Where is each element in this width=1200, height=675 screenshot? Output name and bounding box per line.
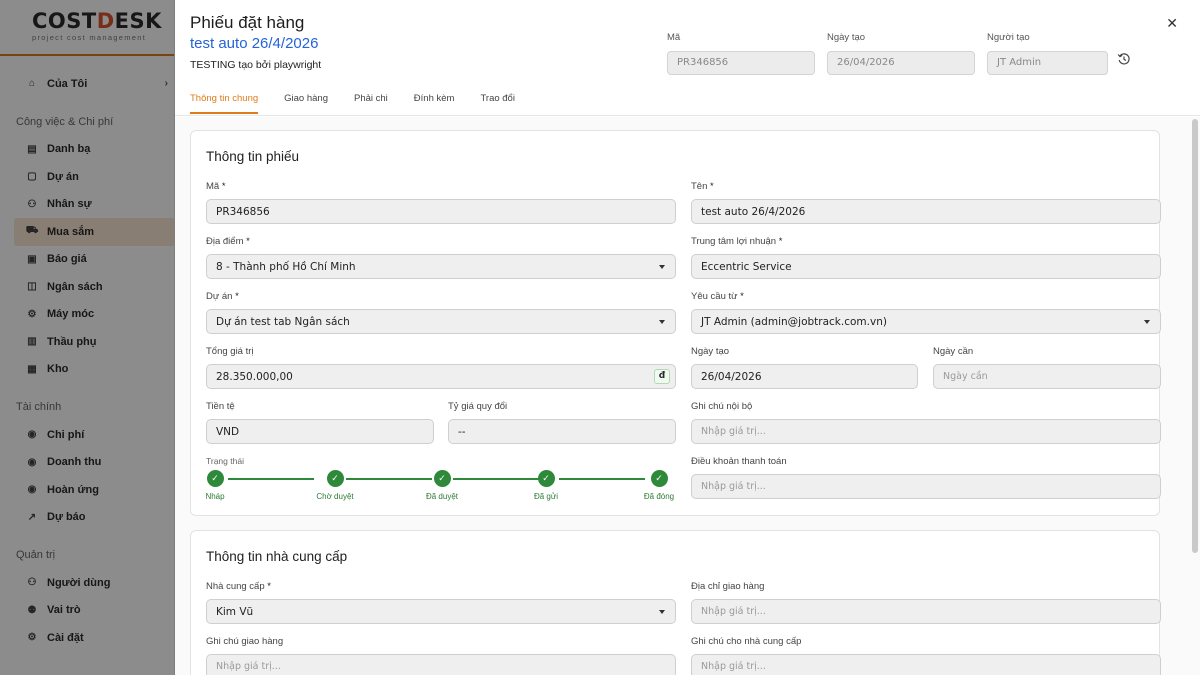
code-field: Mã * PR346856 <box>206 181 676 224</box>
page-title: Phiếu đặt hàng <box>190 13 305 32</box>
created-date-input[interactable]: 26/04/2026 <box>691 364 918 389</box>
internal-note-field: Ghi chú nội bộ Nhập giá trị... <box>691 401 1161 444</box>
status-step-closed: ✓ Đã đóng <box>635 470 683 501</box>
delivery-note-input[interactable]: Nhập giá trị... <box>206 654 676 675</box>
drawer-header: Phiếu đặt hàng test auto 26/4/2026 TESTI… <box>175 0 1200 116</box>
caret-down-icon <box>659 320 665 324</box>
status-step-draft: ✓ Nháp <box>197 470 233 501</box>
tab-delivery[interactable]: Giao hàng <box>284 93 328 114</box>
currency-field: Tiền tệ VND <box>206 401 434 444</box>
internal-note-input[interactable]: Nhập giá trị... <box>691 419 1161 444</box>
currency-badge: đ <box>654 369 670 384</box>
needed-date-field: Ngày cần Ngày cần <box>933 346 1161 389</box>
payment-terms-field: Điều khoản thanh toán Nhập giá trị... <box>691 456 1161 499</box>
tab-general[interactable]: Thông tin chung <box>190 93 259 114</box>
created-date-field: Ngày tạo 26/04/2026 <box>691 346 918 389</box>
name-field: Tên * test auto 26/4/2026 <box>691 181 1161 224</box>
header-code-input[interactable]: PR346856 <box>667 51 815 75</box>
total-field: Tổng giá trị 28.350.000,00 đ <box>206 346 676 389</box>
currency-input[interactable]: VND <box>206 419 434 444</box>
profit-center-input[interactable]: Eccentric Service <box>691 254 1161 279</box>
scrollbar[interactable] <box>1192 119 1198 553</box>
tab-payables[interactable]: Phải chi <box>354 93 388 114</box>
supplier-note-field: Ghi chú cho nhà cung cấp Nhập giá trị... <box>691 636 1161 675</box>
payment-terms-input[interactable]: Nhập giá trị... <box>691 474 1161 499</box>
close-icon[interactable]: ✕ <box>1166 15 1178 32</box>
status-step-pending: ✓ Chờ duyệt <box>305 470 365 501</box>
supplier-select[interactable]: Kim Vũ <box>206 599 676 624</box>
requested-by-select[interactable]: JT Admin (admin@jobtrack.com.vn) <box>691 309 1161 334</box>
check-icon: ✓ <box>433 470 451 487</box>
delivery-address-field: Địa chỉ giao hàng Nhập giá trị... <box>691 581 1161 624</box>
record-name: test auto 26/4/2026 <box>190 35 319 52</box>
header-creator-field: Người tạo JT Admin <box>987 32 1108 75</box>
purchase-order-drawer: Phiếu đặt hàng test auto 26/4/2026 TESTI… <box>175 0 1200 675</box>
project-select[interactable]: Dự án test tab Ngân sách <box>206 309 676 334</box>
record-note: TESTING tạo bởi playwright <box>190 59 322 71</box>
location-select[interactable]: 8 - Thành phố Hồ Chí Minh <box>206 254 676 279</box>
status-step-sent: ✓ Đã gửi <box>524 470 568 501</box>
header-created-field: Ngày tạo 26/04/2026 <box>827 32 975 75</box>
supplier-field: Nhà cung cấp * Kim Vũ <box>206 581 676 624</box>
project-field: Dự án * Dự án test tab Ngân sách <box>206 291 676 334</box>
status-connector <box>228 478 314 480</box>
exchange-rate-field: Tỷ giá quy đổi -- <box>448 401 676 444</box>
status-step-approved: ✓ Đã duyệt <box>417 470 467 501</box>
delivery-address-input[interactable]: Nhập giá trị... <box>691 599 1161 624</box>
history-icon[interactable] <box>1117 52 1131 66</box>
caret-down-icon <box>659 610 665 614</box>
supplier-info-card: Thông tin nhà cung cấp Nhà cung cấp * Ki… <box>190 530 1161 675</box>
caret-down-icon <box>659 265 665 269</box>
supplier-info-title: Thông tin nhà cung cấp <box>206 549 348 564</box>
check-icon: ✓ <box>650 470 668 487</box>
location-field: Địa điểm * 8 - Thành phố Hồ Chí Minh <box>206 236 676 279</box>
profit-center-field: Trung tâm lợi nhuận * Eccentric Service <box>691 236 1161 279</box>
check-icon: ✓ <box>537 470 555 487</box>
order-info-card: Thông tin phiếu Mã * PR346856 Tên * test… <box>190 130 1161 516</box>
check-icon: ✓ <box>326 470 344 487</box>
exchange-rate-input[interactable]: -- <box>448 419 676 444</box>
tab-attachments[interactable]: Đính kèm <box>414 93 455 114</box>
total-input[interactable]: 28.350.000,00 đ <box>206 364 676 389</box>
order-info-title: Thông tin phiếu <box>206 149 300 164</box>
supplier-note-input[interactable]: Nhập giá trị... <box>691 654 1161 675</box>
needed-date-input[interactable]: Ngày cần <box>933 364 1161 389</box>
header-code-field: Mã PR346856 <box>667 32 815 75</box>
status-connector <box>559 478 645 480</box>
code-input[interactable]: PR346856 <box>206 199 676 224</box>
drawer-body[interactable]: Thông tin phiếu Mã * PR346856 Tên * test… <box>175 117 1200 675</box>
tab-bar: Thông tin chung Giao hàng Phải chi Đính … <box>190 93 541 114</box>
requested-by-field: Yêu cầu từ * JT Admin (admin@jobtrack.co… <box>691 291 1161 334</box>
check-icon: ✓ <box>206 470 224 487</box>
tab-discussion[interactable]: Trao đổi <box>480 93 515 114</box>
header-creator-input[interactable]: JT Admin <box>987 51 1108 75</box>
status-label: Trạng thái <box>206 456 244 466</box>
name-input[interactable]: test auto 26/4/2026 <box>691 199 1161 224</box>
delivery-note-field: Ghi chú giao hàng Nhập giá trị... <box>206 636 676 675</box>
backdrop-overlay[interactable] <box>0 0 175 675</box>
header-created-input[interactable]: 26/04/2026 <box>827 51 975 75</box>
caret-down-icon <box>1144 320 1150 324</box>
